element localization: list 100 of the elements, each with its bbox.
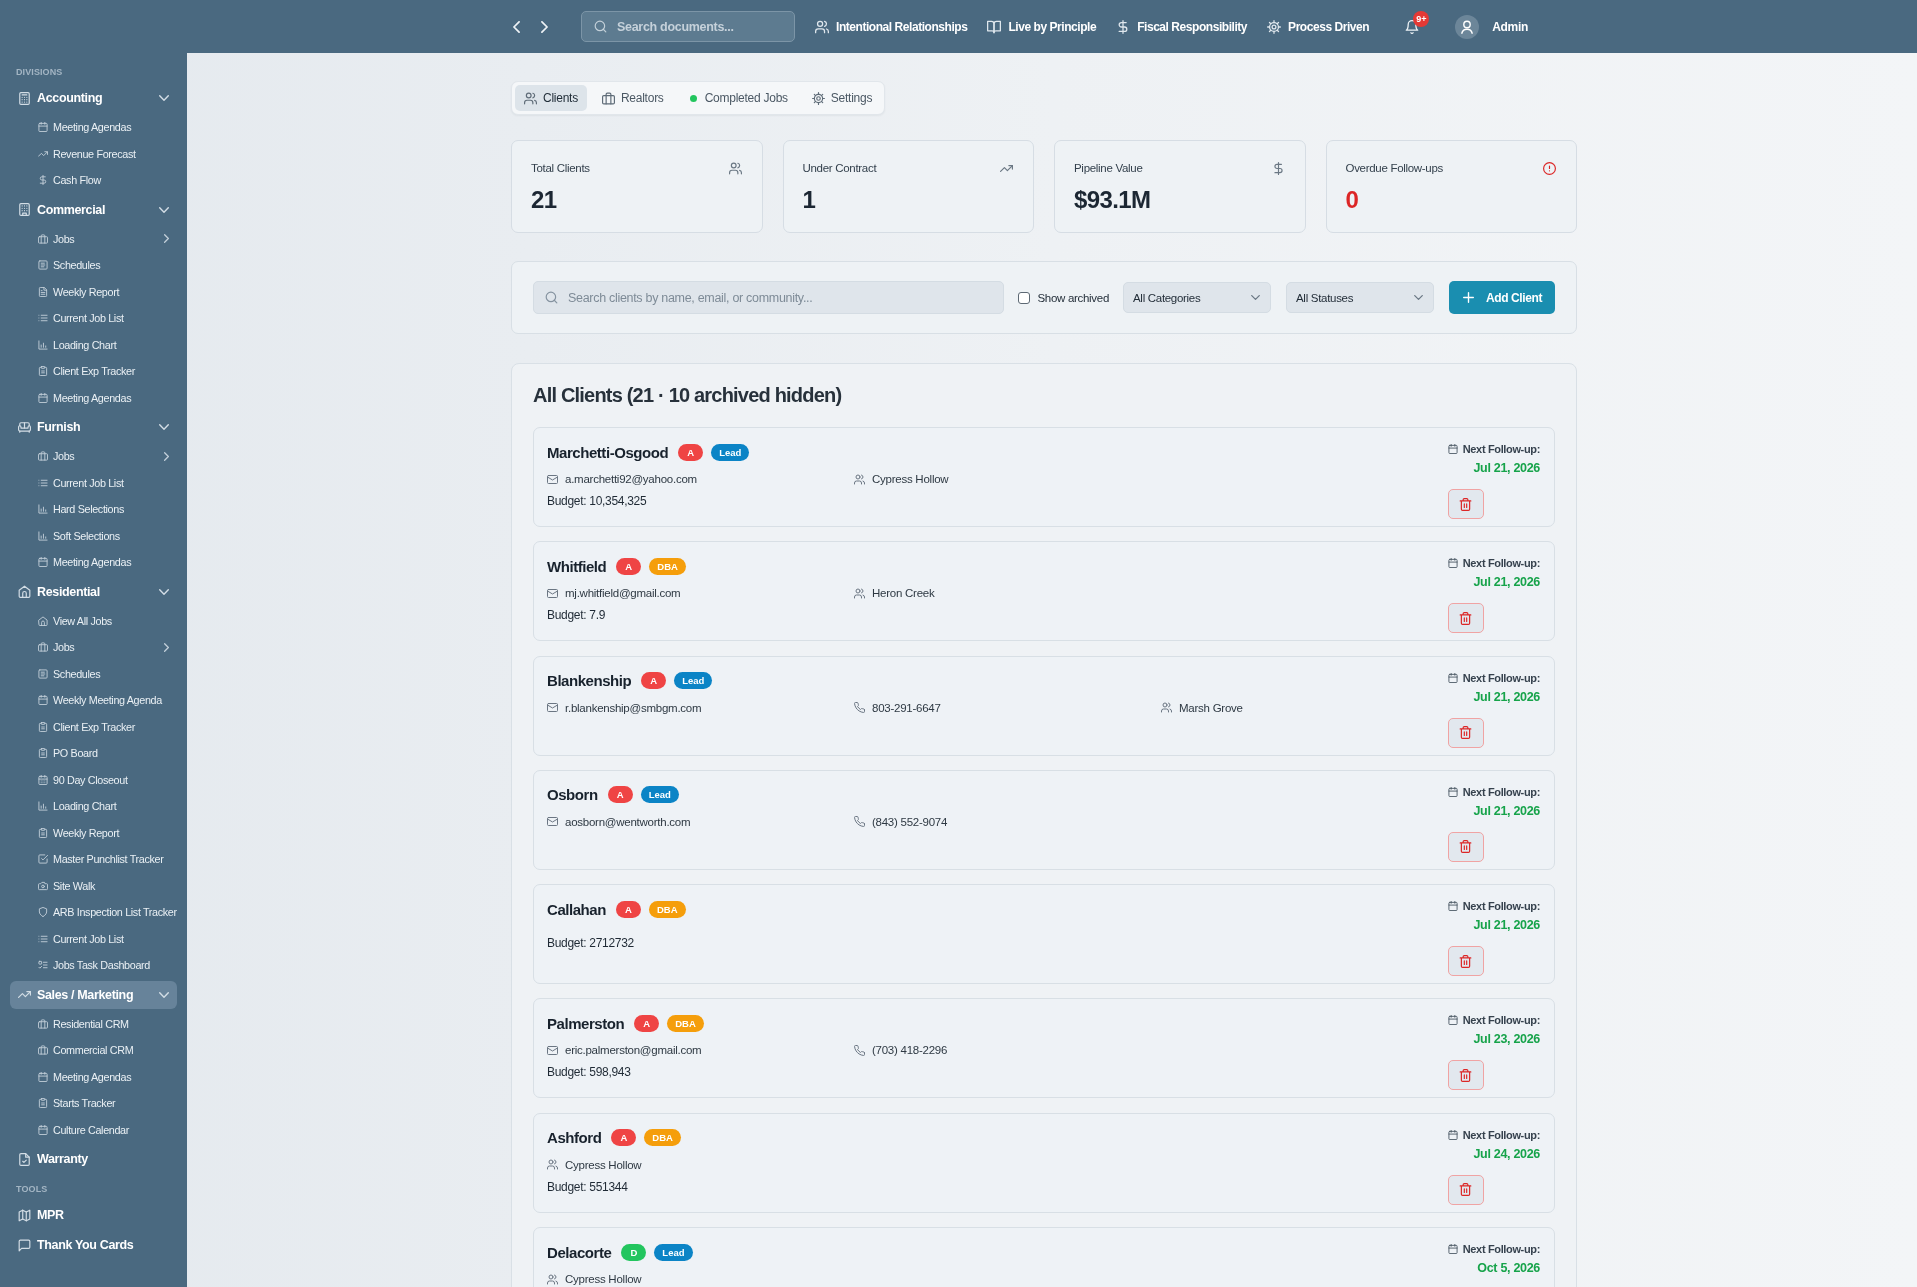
nav-subitem[interactable]: Residential CRM	[10, 1010, 187, 1037]
stat-value: 1	[802, 186, 817, 214]
status-select[interactable]: All Statuses	[1286, 282, 1434, 313]
lined-square-icon	[38, 668, 48, 679]
client-tag: D	[621, 1243, 647, 1261]
tab[interactable]: Realtors	[592, 85, 673, 111]
nav-item[interactable]: Warranty	[10, 1145, 177, 1173]
tab[interactable]: Settings	[802, 85, 882, 111]
people-icon	[728, 161, 742, 175]
add-client-button[interactable]: Add Client	[1449, 281, 1555, 314]
nav-subitem[interactable]: Jobs Task Dashboard	[10, 952, 187, 979]
nav-group[interactable]: Commercial	[10, 195, 177, 224]
nav-link[interactable]: Intentional Relationships	[815, 19, 968, 34]
shield-icon	[38, 907, 48, 918]
nav-subitem[interactable]: Jobs	[10, 634, 187, 661]
delete-button[interactable]	[1447, 717, 1484, 748]
calendar-icon	[1447, 672, 1458, 683]
nav-subitem[interactable]: Weekly Report	[10, 819, 187, 846]
client-email: aosborn@wentworth.com	[565, 814, 691, 829]
budget-text: Budget: 598,943	[547, 1065, 631, 1080]
nav-subitem[interactable]: Starts Tracker	[10, 1090, 187, 1117]
nav-subitem[interactable]: Soft Selections	[10, 522, 187, 549]
follow-up-date: Jul 21, 2026	[1473, 917, 1540, 934]
client-phone: (703) 418-2296	[872, 1043, 948, 1058]
mail-icon	[547, 816, 558, 828]
follow-up-date: Jul 21, 2026	[1473, 802, 1540, 819]
nav-subitem[interactable]: Hard Selections	[10, 496, 187, 523]
nav-subitem[interactable]: Culture Calendar	[10, 1116, 187, 1143]
user-menu-button[interactable]: Admin	[1455, 14, 1528, 39]
nav-group[interactable]: Furnish	[10, 413, 177, 441]
nav-subitem[interactable]: Meeting Agendas	[10, 1063, 187, 1090]
nav-subitem[interactable]: Cash Flow	[10, 167, 187, 194]
nav-subitem[interactable]: Site Walk	[10, 872, 187, 899]
calendar-icon	[38, 1124, 48, 1135]
briefcase-icon	[38, 451, 48, 462]
chevron-right-icon[interactable]	[541, 20, 548, 33]
tab[interactable]: Completed Jobs	[678, 85, 797, 111]
chevron-left-icon[interactable]	[513, 20, 520, 33]
nav-subitem[interactable]: ARB Inspection List Tracker	[10, 899, 187, 926]
nav-subitem[interactable]: Schedules	[10, 252, 187, 279]
list-icon	[38, 477, 48, 488]
nav-subitem[interactable]: Client Exp Tracker	[10, 713, 187, 740]
stat-label: Pipeline Value	[1074, 162, 1143, 174]
checkbox[interactable]	[1018, 291, 1031, 304]
nav-link[interactable]: Process Driven	[1267, 19, 1370, 34]
nav-subitem[interactable]: Jobs	[10, 443, 187, 470]
nav-subitem[interactable]: Loading Chart	[10, 331, 187, 358]
nav-group[interactable]: Residential	[10, 577, 177, 606]
nav-group[interactable]: Sales / Marketing	[10, 980, 177, 1009]
nav-subitem[interactable]: Schedules	[10, 660, 187, 687]
map-icon	[18, 1208, 31, 1222]
nav-link[interactable]: Live by Principle	[987, 19, 1097, 34]
bar-chart-icon	[38, 504, 48, 515]
calendar-icon	[38, 557, 48, 568]
nav-subitem[interactable]: Loading Chart	[10, 793, 187, 820]
client-name: Osborn	[547, 786, 598, 804]
nav-subitem[interactable]: Jobs	[10, 225, 187, 252]
delete-button[interactable]	[1447, 1174, 1484, 1205]
nav-item[interactable]: MPR	[10, 1201, 177, 1229]
nav-subitem[interactable]: Current Job List	[10, 305, 187, 332]
nav-subitem[interactable]: 90 Day Closeout	[10, 766, 187, 793]
briefcase-icon	[38, 1018, 48, 1029]
nav-subitem[interactable]: Current Job List	[10, 925, 187, 952]
follow-up-date: Jul 23, 2026	[1473, 1031, 1540, 1048]
nav-subitem[interactable]: PO Board	[10, 740, 187, 767]
delete-button[interactable]	[1447, 489, 1484, 519]
nav-subitem[interactable]: View All Jobs	[10, 607, 187, 634]
camera-icon	[38, 880, 48, 891]
nav-item[interactable]: Thank You Cards	[10, 1231, 177, 1259]
clipboard-icon	[38, 366, 48, 377]
calendar-icon	[38, 1071, 48, 1082]
follow-up-label: Next Follow-up:	[1462, 1243, 1540, 1256]
mail-icon	[547, 587, 558, 599]
nav-subitem[interactable]: Meeting Agendas	[10, 114, 187, 141]
category-select[interactable]: All Categories	[1123, 282, 1271, 313]
nav-subitem[interactable]: Client Exp Tracker	[10, 358, 187, 385]
nav-subitem[interactable]: Meeting Agendas	[10, 549, 187, 576]
search-field[interactable]: Search documents...	[581, 11, 795, 42]
nav-subitem[interactable]: Revenue Forecast	[10, 140, 187, 167]
delete-button[interactable]	[1447, 1060, 1484, 1091]
lined-square-icon	[38, 260, 48, 271]
checkbox-label[interactable]: Show archived	[1037, 291, 1109, 304]
client-tag: Lead	[674, 672, 713, 690]
nav-subitem[interactable]: Commercial CRM	[10, 1037, 187, 1064]
nav-subitem[interactable]: Weekly Meeting Agenda	[10, 687, 187, 714]
nav-subitem[interactable]: Current Job List	[10, 469, 187, 496]
tab[interactable]: Clients	[515, 85, 587, 111]
delete-button[interactable]	[1447, 603, 1484, 634]
follow-up-label: Next Follow-up:	[1462, 1014, 1540, 1027]
nav-link[interactable]: Fiscal Responsibility	[1116, 19, 1248, 34]
client-tag: A	[611, 1129, 637, 1147]
nav-subitem[interactable]: Weekly Report	[10, 278, 187, 305]
follow-up-label: Next Follow-up:	[1462, 671, 1540, 684]
trash-icon	[1459, 840, 1473, 854]
delete-button[interactable]	[1447, 831, 1484, 862]
delete-button[interactable]	[1447, 946, 1484, 977]
nav-group[interactable]: Accounting	[10, 84, 177, 112]
nav-subitem[interactable]: Master Punchlist Tracker	[10, 846, 187, 873]
calculator-icon	[18, 91, 31, 105]
nav-subitem[interactable]: Meeting Agendas	[10, 384, 187, 411]
